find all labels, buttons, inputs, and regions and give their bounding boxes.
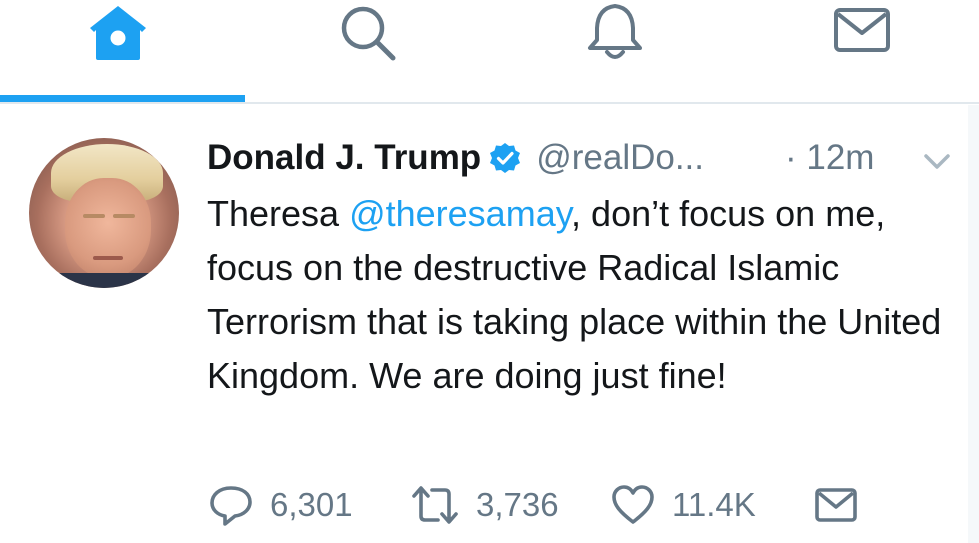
avatar[interactable]	[29, 138, 179, 288]
tweet-header: Donald J. Trump @realDo...	[207, 134, 704, 182]
reply-count: 6,301	[270, 486, 353, 523]
retweet-icon	[412, 486, 458, 524]
search-icon	[341, 6, 396, 61]
top-navigation	[0, 0, 979, 104]
tweet-text-start: Theresa	[207, 193, 350, 234]
author-handle[interactable]: @realDo...	[536, 138, 704, 178]
notifications-icon	[588, 4, 642, 59]
author-name[interactable]: Donald J. Trump	[207, 138, 481, 178]
tab-notifications[interactable]	[555, 0, 675, 100]
messages-icon	[834, 8, 890, 52]
heart-icon	[612, 485, 654, 524]
envelope-icon	[815, 488, 857, 522]
retweet-button[interactable]: 3,736	[410, 480, 559, 530]
reply-button[interactable]: 6,301	[208, 480, 353, 530]
like-count: 11.4K	[672, 486, 756, 523]
retweet-count: 3,736	[476, 486, 559, 523]
mention-link[interactable]: @theresamay	[349, 193, 571, 234]
tab-search[interactable]	[307, 0, 427, 100]
like-button[interactable]: 11.4K	[610, 480, 756, 530]
scrollbar-track[interactable]	[968, 105, 979, 543]
tab-messages[interactable]	[802, 0, 922, 100]
tweet-timestamp[interactable]: · 12m	[785, 134, 874, 182]
tweet-text: Theresa @theresamay, don’t focus on me, …	[207, 187, 967, 403]
nav-divider	[0, 102, 979, 104]
tab-home[interactable]	[58, 0, 178, 100]
twitter-app-screen: Donald J. Trump @realDo... · 12m Theresa…	[0, 0, 979, 543]
home-icon	[90, 6, 146, 60]
verified-badge-icon	[490, 143, 521, 173]
reply-icon	[210, 486, 252, 526]
direct-message-button[interactable]	[813, 480, 859, 530]
chevron-down-icon[interactable]	[921, 148, 953, 174]
